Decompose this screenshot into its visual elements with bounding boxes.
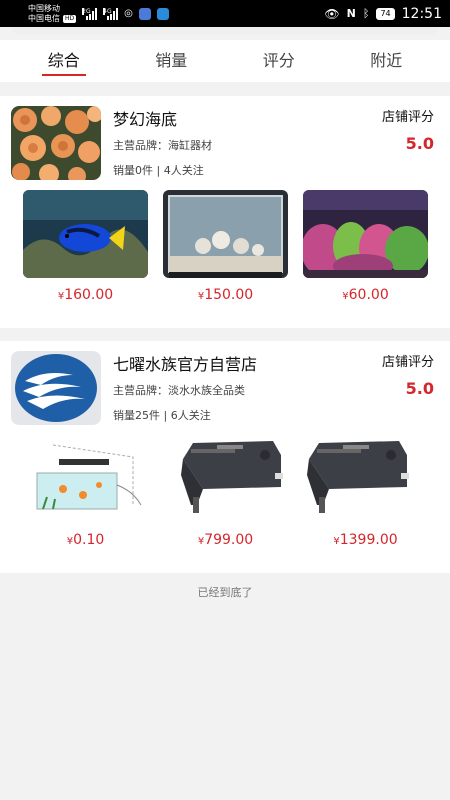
shop-brand: 主营品牌：海缸器材 <box>113 139 212 152</box>
shop-card[interactable]: 梦幻海底 主营品牌：海缸器材 销量0件 | 4人关注 店铺评分 5.0 ¥160… <box>0 96 450 328</box>
product-price: ¥160.00 <box>57 287 114 303</box>
tab-sales[interactable]: 销量 <box>147 40 195 82</box>
wifi-icon: ◎ <box>124 8 133 19</box>
product-item[interactable]: ¥1399.00 <box>303 435 428 548</box>
product-list: ¥160.00 ¥150.00 ¥60.00 <box>0 190 450 318</box>
tab-nearby[interactable]: 附近 <box>362 40 410 82</box>
shop-card[interactable]: 七曜水族官方自营店 主营品牌：淡水水族全品类 销量25件 | 6人关注 店铺评分… <box>0 341 450 573</box>
status-bar: 中国移动 中国电信 HD 2G 4G ◎ 👁 N ᛒ 74 12:51 <box>0 0 450 27</box>
rating-value: 5.0 <box>405 134 434 153</box>
product-item[interactable]: ¥0.10 <box>23 435 148 548</box>
end-of-list-text: 已经到底了 <box>197 586 253 599</box>
shop-stats: 销量25件 | 6人关注 <box>113 409 211 422</box>
eye-icon: 👁 <box>324 6 340 21</box>
rating-value: 5.0 <box>405 379 434 398</box>
tab-comprehensive[interactable]: 综合 <box>40 40 88 82</box>
signal-icon-2: 4G <box>103 7 119 20</box>
product-price: ¥60.00 <box>342 287 389 303</box>
product-price: ¥1399.00 <box>333 532 398 548</box>
status-left: 中国移动 中国电信 HD 2G 4G ◎ <box>28 4 169 24</box>
shop-logo[interactable] <box>11 351 101 425</box>
product-price: ¥150.00 <box>197 287 254 303</box>
rating-label: 店铺评分 <box>381 110 434 125</box>
shop-brand: 主营品牌：淡水水族全品类 <box>113 384 245 397</box>
status-right: 👁 N ᛒ 74 12:51 <box>324 6 442 22</box>
app-notification-icon-2 <box>156 7 169 20</box>
app-notification-icon <box>138 7 151 20</box>
carrier-info: 中国移动 中国电信 HD <box>28 3 77 24</box>
rating-label: 店铺评分 <box>381 355 434 370</box>
product-item[interactable]: ¥60.00 <box>303 190 428 303</box>
product-item[interactable]: ¥150.00 <box>163 190 288 303</box>
product-price: ¥799.00 <box>197 532 254 548</box>
product-price: ¥0.10 <box>66 532 105 548</box>
carrier-1: 中国移动 <box>28 3 60 13</box>
planted-tank-image[interactable] <box>303 190 428 278</box>
aquarium-light-sketch-image[interactable] <box>23 435 148 523</box>
reef-tank-image[interactable] <box>163 190 288 278</box>
shop-logo[interactable] <box>11 106 101 180</box>
nfc-icon: N <box>346 7 356 20</box>
product-item[interactable]: ¥799.00 <box>163 435 288 548</box>
hd-badge: HD <box>63 14 77 23</box>
aquarium-led-light-image[interactable] <box>163 435 288 523</box>
shop-name[interactable]: 梦幻海底 <box>113 106 177 130</box>
bluetooth-icon: ᛒ <box>362 7 370 20</box>
aquarium-led-light-image[interactable] <box>303 435 428 523</box>
product-list: ¥0.10 ¥799.00 ¥1399.00 <box>0 435 450 563</box>
tab-rating[interactable]: 评分 <box>255 40 303 82</box>
signal-icon: 2G <box>82 7 98 20</box>
shop-name[interactable]: 七曜水族官方自营店 <box>113 351 257 375</box>
shop-stats: 销量0件 | 4人关注 <box>113 164 204 177</box>
battery-icon: 74 <box>376 7 395 20</box>
blue-tang-fish-image[interactable] <box>23 190 148 278</box>
sort-tabs: 综合 销量 评分 附近 <box>0 40 450 82</box>
clock: 12:51 <box>401 5 442 22</box>
product-item[interactable]: ¥160.00 <box>23 190 148 303</box>
carrier-2: 中国电信 <box>28 13 60 23</box>
search-bar[interactable] <box>12 27 438 35</box>
